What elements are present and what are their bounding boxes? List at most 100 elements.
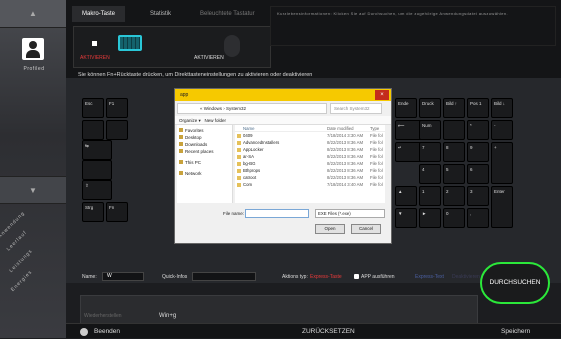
reset-button[interactable]: ZURÜCKSETZEN — [302, 324, 355, 339]
new-folder-button[interactable]: New folder — [205, 118, 227, 123]
file-row[interactable]: Com 7/18/2014 3:40 AM File fol — [235, 181, 385, 188]
info-text: Kurzlebensinformationen: Klicken Sie auf… — [270, 6, 556, 46]
sidebar: ▲ Profiled ▼ Anwendung Leerlauf Leistung… — [0, 0, 66, 338]
dialog-toolbar: Organize ▾ New folder — [175, 116, 391, 125]
name-input[interactable]: W — [102, 272, 144, 281]
key-num0[interactable]: 0 — [443, 208, 465, 228]
profile-item-2[interactable]: Leerlauf — [6, 230, 29, 253]
key-num5[interactable]: 5 — [443, 164, 465, 184]
open-button[interactable]: Open — [315, 224, 345, 234]
key-num6[interactable]: 6 — [467, 164, 489, 184]
key-a[interactable] — [82, 120, 104, 140]
chevron-down-icon: ▼ — [29, 186, 37, 195]
address-text: « Windows › System32 — [200, 106, 247, 111]
key-esc[interactable]: Esc — [82, 98, 104, 118]
open-file-dialog: app × « Windows › System32 Search System32… — [174, 88, 392, 244]
key-comma[interactable]: , — [467, 208, 489, 228]
radio-app-ausfuehren[interactable]: APP ausführen — [354, 274, 395, 280]
file-row[interactable]: 0409 7/18/2014 3:30 AM File fol — [235, 132, 385, 139]
key-num2[interactable]: 2 — [443, 186, 465, 206]
key-num7[interactable]: 7 — [419, 142, 441, 162]
search-input[interactable]: Search System32 — [330, 103, 382, 114]
file-row[interactable]: AdvancedInstallers 8/22/2013 8:36 AM File … — [235, 139, 385, 146]
quick-info-label: Quick-Infos — [162, 274, 188, 280]
key-bild-up[interactable]: Bild ↑ — [443, 98, 465, 118]
key-ende[interactable]: Ende — [395, 98, 417, 118]
organize-button[interactable]: Organize ▾ — [179, 118, 201, 123]
nav-item-thispc[interactable]: This PC — [179, 159, 230, 166]
durchsuchen-button[interactable]: DURCHSUCHEN — [480, 262, 550, 304]
nav-item-recent[interactable]: Recent places — [179, 148, 230, 155]
chevron-up-icon: ▲ — [29, 9, 37, 18]
tab-makro-taste[interactable]: Makro-Taste — [72, 6, 126, 22]
nav-item-desktop[interactable]: Desktop — [179, 134, 230, 141]
filetype-select[interactable]: EXE Files (*.exe) — [315, 209, 385, 218]
dialog-title: app — [180, 92, 189, 98]
power-icon[interactable] — [80, 328, 88, 336]
file-row[interactable]: bg-BG 8/22/2013 8:36 AM File fol — [235, 160, 385, 167]
col-type[interactable]: Type — [370, 125, 379, 132]
key-1[interactable] — [106, 120, 128, 140]
action-type-label: Aktions typ: — [282, 274, 308, 280]
key-num[interactable]: Num — [419, 120, 441, 140]
nav-item-network[interactable]: Network — [179, 170, 230, 177]
key-multiply[interactable]: * — [467, 120, 489, 140]
scroll-up-button[interactable]: ▲ — [0, 0, 66, 28]
file-row[interactable]: catroot 8/22/2013 8:36 AM File fol — [235, 174, 385, 181]
scroll-down-button[interactable]: ▼ — [0, 176, 66, 204]
key-num1[interactable]: 1 — [419, 186, 441, 206]
key-arrow-right[interactable]: ► — [419, 208, 441, 228]
key-f1[interactable]: F1 — [106, 98, 128, 118]
file-row[interactable]: Bthprops 8/22/2013 8:36 AM File fol — [235, 167, 385, 174]
profile-icon[interactable] — [22, 38, 44, 60]
tab-statistik[interactable]: Statistik — [140, 6, 181, 22]
nav-item-downloads[interactable]: Downloads — [179, 141, 230, 148]
key-pos1[interactable]: Pos 1 — [467, 98, 489, 118]
radio-checked-icon — [354, 274, 359, 280]
key-num9[interactable]: 9 — [467, 142, 489, 162]
key-tab[interactable]: ⇆ — [82, 140, 112, 160]
key-fn[interactable]: Fn — [106, 202, 128, 222]
cancel-button[interactable]: Cancel — [351, 224, 381, 234]
filename-label: File name: — [223, 211, 245, 216]
save-button[interactable]: Speichern — [501, 324, 530, 339]
filename-input[interactable] — [245, 209, 309, 218]
key-minus[interactable]: - — [491, 120, 513, 140]
quick-info-input[interactable] — [192, 272, 256, 281]
profile-label: Profiled — [23, 66, 45, 72]
tab-beleuchtete-tastatur[interactable]: Beleuchtete Tastatur — [190, 6, 265, 22]
beenden-button[interactable]: Beenden — [94, 324, 120, 339]
radio-express-text[interactable]: Express-Text — [415, 274, 444, 280]
restore-link[interactable]: Wiederherstellen — [84, 313, 122, 319]
key-arrow-down[interactable]: ▼ — [395, 208, 417, 228]
key-arrow-up[interactable]: ▲ — [395, 186, 417, 206]
close-icon[interactable]: × — [375, 90, 389, 100]
col-name[interactable]: Name — [243, 125, 254, 132]
file-row[interactable]: AppLocker 8/22/2013 8:36 AM File fol — [235, 146, 385, 153]
dialog-titlebar[interactable]: app × — [175, 89, 391, 101]
file-row[interactable]: ar-SA 8/22/2013 8:36 AM File fol — [235, 153, 385, 160]
nav-item-favorites[interactable]: Favorites — [179, 127, 230, 134]
key-num4[interactable]: 4 — [419, 164, 441, 184]
radio-deaktivieren[interactable]: Deaktivieren — [452, 274, 480, 280]
col-date[interactable]: Date modified — [327, 125, 354, 132]
dialog-footer: File name: EXE Files (*.exe) Open Cancel — [175, 205, 391, 243]
mouse-icon[interactable] — [224, 35, 240, 57]
mode-right-label: AKTIVIEREN — [194, 55, 224, 61]
key-plus[interactable]: + — [491, 142, 513, 184]
key-caps[interactable] — [82, 160, 112, 180]
radio-express-taste[interactable]: Express-Taste — [310, 274, 342, 280]
mode-radio-left[interactable] — [92, 41, 97, 46]
name-label: Name: — [82, 274, 97, 280]
key-divide[interactable] — [443, 120, 465, 140]
key-num3[interactable]: 3 — [467, 186, 489, 206]
file-list-header: Name Date modified Type — [235, 125, 385, 132]
address-bar[interactable]: « Windows › System32 Search System32 — [177, 103, 382, 114]
keyboard-icon[interactable] — [118, 35, 142, 51]
key-druck[interactable]: Druck — [419, 98, 441, 118]
key-num-enter[interactable]: Enter — [491, 186, 513, 228]
key-strg[interactable]: Strg — [82, 202, 104, 222]
key-bild-down[interactable]: Bild ↓ — [491, 98, 513, 118]
key-shift[interactable]: ⇧ — [82, 180, 112, 200]
key-num8[interactable]: 8 — [443, 142, 465, 162]
